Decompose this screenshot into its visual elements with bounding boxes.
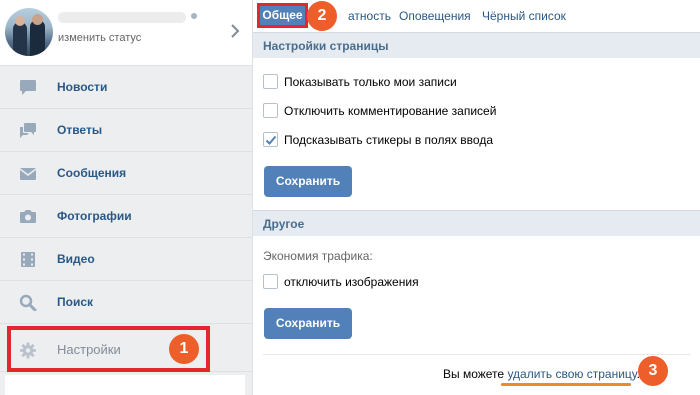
sidebar-item-label: Фотографии: [57, 209, 132, 223]
sidebar-item-label: Видео: [57, 252, 95, 266]
sidebar-item-news[interactable]: Новости: [0, 66, 252, 109]
settings-main-panel: Общее атность Оповещения Чёрный список Н…: [252, 0, 700, 395]
page-settings-title: Настройки страницы: [263, 39, 389, 53]
change-status-link[interactable]: изменить статус: [58, 32, 141, 44]
link-highlight-underline: [501, 383, 631, 386]
messages-icon: [19, 168, 37, 180]
divider: [263, 354, 691, 355]
page-settings-header: Настройки страницы: [253, 32, 700, 58]
traffic-saving-label: Экономия трафика:: [263, 249, 373, 263]
sidebar-item-label: Ответы: [57, 123, 103, 137]
tab-privacy[interactable]: атность: [348, 9, 391, 23]
other-title: Другое: [263, 217, 305, 231]
option-label: Показывать только мои записи: [284, 75, 457, 89]
annotation-badge-1: 1: [169, 334, 199, 364]
annotation-badge-3: 3: [638, 356, 668, 386]
profile-name-blurred: [58, 12, 186, 23]
delete-notice-prefix: Вы можете: [443, 367, 508, 381]
sidebar-item-video[interactable]: Видео: [0, 238, 252, 281]
option-label: Подсказывать стикеры в полях ввода: [284, 133, 493, 147]
save-other-button[interactable]: Сохранить: [264, 308, 352, 339]
sidebar-item-label: Поиск: [57, 295, 94, 309]
checkbox[interactable]: [263, 103, 278, 118]
sidebar-item-messages[interactable]: Сообщения: [0, 152, 252, 195]
checkmark-icon: [265, 135, 277, 145]
sidebar-item-search[interactable]: Поиск: [0, 281, 252, 324]
sidebar-item-label: Сообщения: [57, 166, 127, 180]
camera-icon: [20, 210, 36, 223]
search-icon: [19, 294, 37, 311]
sidebar-item-photos[interactable]: Фотографии: [0, 195, 252, 238]
checkbox[interactable]: [263, 274, 278, 289]
sidebar-bottom-panel: [5, 375, 245, 395]
delete-page-link[interactable]: удалить свою страницу: [507, 367, 636, 381]
replies-icon: [20, 123, 36, 138]
checkbox-checked[interactable]: [263, 132, 278, 147]
option-label: Отключить комментирование записей: [284, 104, 497, 118]
save-page-settings-button[interactable]: Сохранить: [264, 166, 352, 197]
delete-page-notice: Вы можете удалить свою страницу.: [443, 367, 640, 381]
tab-blacklist[interactable]: Чёрный список: [482, 9, 566, 23]
video-icon: [21, 252, 35, 267]
profile-block[interactable]: изменить статус: [0, 0, 252, 66]
avatar[interactable]: [5, 8, 53, 56]
other-header: Другое: [253, 210, 700, 236]
chevron-right-icon[interactable]: [229, 22, 241, 40]
checkbox[interactable]: [263, 74, 278, 89]
news-icon: [20, 80, 36, 95]
option-label: отключить изображения: [284, 275, 419, 289]
sidebar-item-label: Новости: [57, 80, 108, 94]
sidebar-item-replies[interactable]: Ответы: [0, 109, 252, 152]
tab-notifications[interactable]: Оповещения: [399, 9, 471, 23]
annotation-badge-2: 2: [307, 1, 337, 31]
online-indicator: [191, 13, 197, 19]
tab-general[interactable]: Общее: [257, 3, 308, 28]
